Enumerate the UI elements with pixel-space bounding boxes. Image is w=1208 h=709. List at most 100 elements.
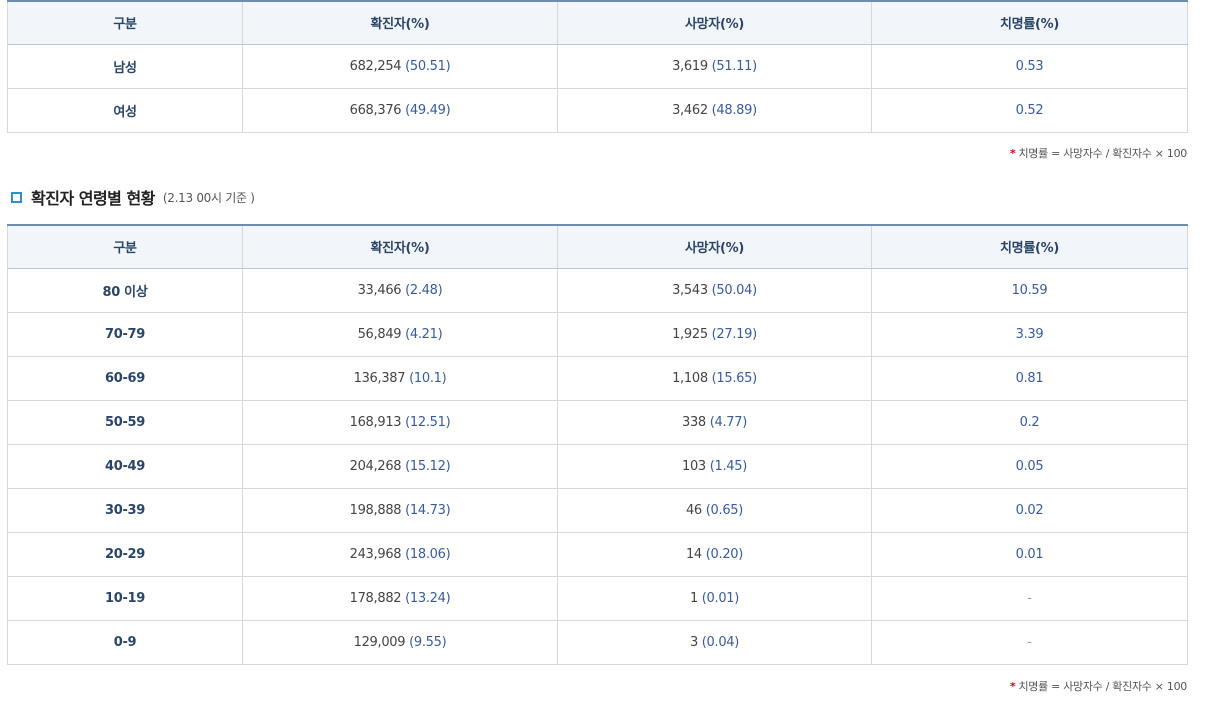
- confirmed-count: 178,882: [349, 590, 402, 606]
- deaths-count: 3,619: [672, 58, 708, 74]
- deaths-cell: 14 (0.20): [557, 531, 872, 577]
- header-fatality: 치명률(%): [871, 0, 1188, 45]
- row-label: 20-29: [7, 531, 243, 577]
- row-label: 0-9: [7, 619, 243, 665]
- deaths-count: 3,543: [672, 282, 708, 298]
- confirmed-percent: (10.1): [409, 370, 447, 386]
- confirmed-percent: (50.51): [405, 58, 451, 74]
- header-category: 구분: [7, 224, 243, 269]
- confirmed-count: 168,913: [349, 414, 402, 430]
- table-row: 여성 668,376 (49.49) 3,462 (48.89) 0.52: [7, 87, 1188, 133]
- table-row: 40-49 204,268 (15.12) 103 (1.45) 0.05: [7, 443, 1188, 489]
- deaths-cell: 3,462 (48.89): [557, 87, 872, 133]
- deaths-cell: 3 (0.04): [557, 619, 872, 665]
- table-row: 50-59 168,913 (12.51) 338 (4.77) 0.2: [7, 399, 1188, 445]
- deaths-count: 3: [689, 634, 698, 650]
- confirmed-cell: 204,268 (15.12): [242, 443, 558, 489]
- row-label: 40-49: [7, 443, 243, 489]
- row-label: 여성: [7, 87, 243, 133]
- row-label: 30-39: [7, 487, 243, 533]
- confirmed-cell: 178,882 (13.24): [242, 575, 558, 621]
- deaths-percent: (51.11): [711, 58, 758, 74]
- confirmed-count: 129,009: [353, 634, 406, 650]
- confirmed-cell: 198,888 (14.73): [242, 487, 558, 533]
- confirmed-count: 56,849: [357, 326, 402, 342]
- deaths-count: 1,108: [672, 370, 708, 386]
- deaths-cell: 1 (0.01): [557, 575, 872, 621]
- deaths-percent: (0.04): [701, 634, 740, 650]
- row-label: 남성: [7, 43, 243, 89]
- table-row: 30-39 198,888 (14.73) 46 (0.65) 0.02: [7, 487, 1188, 533]
- table-row: 60-69 136,387 (10.1) 1,108 (15.65) 0.81: [7, 355, 1188, 401]
- fatality-formula-note: * 치명률 = 사망자수 / 확진자수 × 100: [1010, 678, 1187, 694]
- header-fatality: 치명률(%): [871, 224, 1188, 269]
- square-bullet-icon: [11, 191, 22, 203]
- confirmed-cell: 668,376 (49.49): [242, 87, 558, 133]
- table-header-row: 구분 확진자(%) 사망자(%) 치명률(%): [7, 224, 1188, 269]
- fatality-rate: 0.52: [871, 87, 1188, 133]
- deaths-count: 1: [689, 590, 698, 606]
- deaths-count: 103: [681, 458, 706, 474]
- row-label: 70-79: [7, 311, 243, 357]
- fatality-rate: 0.01: [871, 531, 1188, 577]
- deaths-percent: (50.04): [711, 282, 758, 298]
- confirmed-percent: (18.06): [405, 546, 451, 562]
- deaths-percent: (15.65): [711, 370, 758, 386]
- header-deaths: 사망자(%): [557, 224, 872, 269]
- deaths-percent: (0.01): [701, 590, 740, 606]
- deaths-count: 46: [685, 502, 702, 518]
- confirmed-percent: (4.21): [405, 326, 443, 342]
- deaths-cell: 1,108 (15.65): [557, 355, 872, 401]
- deaths-cell: 3,543 (50.04): [557, 267, 872, 313]
- section-heading: 확진자 연령별 현황 (2.13 00시 기준 ): [11, 186, 255, 208]
- confirmed-percent: (15.12): [405, 458, 451, 474]
- row-label: 50-59: [7, 399, 243, 445]
- confirmed-count: 668,376: [349, 102, 402, 118]
- fatality-rate: -: [871, 575, 1188, 621]
- confirmed-count: 33,466: [357, 282, 402, 298]
- note-asterisk: *: [1010, 147, 1016, 160]
- confirmed-percent: (9.55): [409, 634, 447, 650]
- deaths-cell: 1,925 (27.19): [557, 311, 872, 357]
- fatality-rate: 0.81: [871, 355, 1188, 401]
- confirmed-percent: (2.48): [405, 282, 443, 298]
- deaths-cell: 103 (1.45): [557, 443, 872, 489]
- header-category: 구분: [7, 0, 243, 45]
- row-label: 10-19: [7, 575, 243, 621]
- deaths-count: 14: [685, 546, 702, 562]
- confirmed-cell: 33,466 (2.48): [242, 267, 558, 313]
- fatality-rate: 0.2: [871, 399, 1188, 445]
- confirmed-cell: 682,254 (50.51): [242, 43, 558, 89]
- confirmed-percent: (12.51): [405, 414, 451, 430]
- fatality-rate: 0.53: [871, 43, 1188, 89]
- confirmed-cell: 136,387 (10.1): [242, 355, 558, 401]
- fatality-formula-note: * 치명률 = 사망자수 / 확진자수 × 100: [1010, 145, 1187, 161]
- confirmed-count: 136,387: [353, 370, 406, 386]
- table-row: 70-79 56,849 (4.21) 1,925 (27.19) 3.39: [7, 311, 1188, 357]
- deaths-percent: (27.19): [711, 326, 758, 342]
- header-confirmed: 확진자(%): [242, 0, 558, 45]
- row-label: 80 이상: [7, 267, 243, 313]
- confirmed-count: 243,968: [349, 546, 402, 562]
- deaths-percent: (0.65): [705, 502, 744, 518]
- confirmed-percent: (13.24): [405, 590, 451, 606]
- fatality-rate: 0.05: [871, 443, 1188, 489]
- header-confirmed: 확진자(%): [242, 224, 558, 269]
- deaths-percent: (48.89): [711, 102, 758, 118]
- confirmed-percent: (14.73): [405, 502, 451, 518]
- deaths-cell: 3,619 (51.11): [557, 43, 872, 89]
- fatality-rate: -: [871, 619, 1188, 665]
- confirmed-cell: 168,913 (12.51): [242, 399, 558, 445]
- deaths-count: 3,462: [672, 102, 708, 118]
- table-row: 80 이상 33,466 (2.48) 3,543 (50.04) 10.59: [7, 267, 1188, 313]
- header-deaths: 사망자(%): [557, 0, 872, 45]
- confirmed-percent: (49.49): [405, 102, 451, 118]
- note-text: 치명률 = 사망자수 / 확진자수 × 100: [1018, 147, 1187, 160]
- table-header-row: 구분 확진자(%) 사망자(%) 치명률(%): [7, 0, 1188, 45]
- deaths-count: 1,925: [672, 326, 708, 342]
- fatality-rate: 0.02: [871, 487, 1188, 533]
- fatality-rate: 10.59: [871, 267, 1188, 313]
- deaths-percent: (1.45): [709, 458, 748, 474]
- table-row: 20-29 243,968 (18.06) 14 (0.20) 0.01: [7, 531, 1188, 577]
- fatality-rate: 3.39: [871, 311, 1188, 357]
